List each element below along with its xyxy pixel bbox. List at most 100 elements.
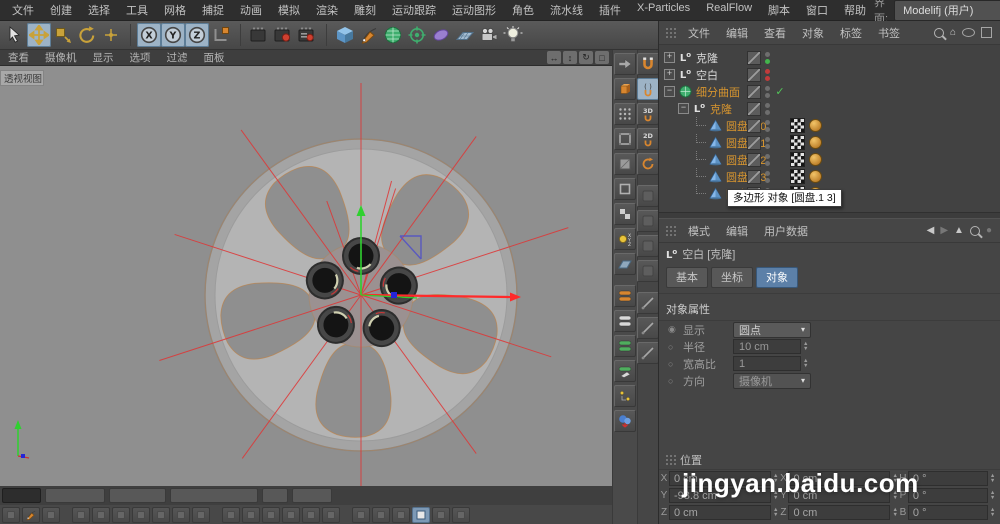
- menubar-item[interactable]: 角色: [504, 2, 542, 18]
- search-icon[interactable]: [933, 27, 944, 38]
- object-tree-item[interactable]: +Lo空白✓: [659, 66, 1000, 83]
- bottom-tab[interactable]: [170, 488, 258, 503]
- object-tree-item[interactable]: 圆盘.1 3✓: [659, 168, 1000, 185]
- size-z-field[interactable]: 0 cm: [788, 505, 891, 520]
- pen-tool-icon[interactable]: [22, 507, 40, 523]
- position-z-field[interactable]: 0 cm: [669, 505, 771, 520]
- guide-line-button[interactable]: [637, 292, 659, 314]
- object-manager-menu-item[interactable]: 书签: [870, 25, 908, 41]
- panel-grip-icon[interactable]: [664, 453, 677, 466]
- stepper-icon[interactable]: ▲ ▼: [990, 473, 995, 484]
- menubar-item[interactable]: 窗口: [798, 2, 836, 18]
- visibility-tag-icon[interactable]: [747, 152, 761, 167]
- object-manager-menu-item[interactable]: 编辑: [718, 25, 756, 41]
- modeling-tool-icon[interactable]: [152, 507, 170, 523]
- menubar-item[interactable]: 流水线: [542, 2, 591, 18]
- stepper-icon[interactable]: ▲ ▼: [990, 490, 995, 501]
- texture-mode-button[interactable]: [614, 203, 636, 225]
- panel-box-icon[interactable]: [981, 27, 992, 38]
- 显示-dropdown[interactable]: 圆点 ▾: [733, 321, 811, 338]
- subdivision-surface-button[interactable]: [381, 23, 405, 47]
- panel-grip-icon[interactable]: [664, 26, 677, 39]
- visibility-tag-icon[interactable]: [747, 50, 761, 65]
- home-icon[interactable]: ⌂: [950, 27, 956, 38]
- menubar-item[interactable]: 插件: [591, 2, 629, 18]
- visibility-dots[interactable]: [765, 170, 770, 183]
- menubar-item[interactable]: 运动跟踪: [384, 2, 444, 18]
- menubar-item[interactable]: 选择: [80, 2, 118, 18]
- point-snap-button[interactable]: [637, 260, 659, 282]
- modeling-tool-icon[interactable]: [92, 507, 110, 523]
- camera-button[interactable]: [477, 23, 501, 47]
- eye-icon[interactable]: [962, 28, 975, 37]
- zoom-view-icon[interactable]: ↕: [563, 51, 577, 64]
- 方向-dropdown[interactable]: 摄像机 ▾: [733, 372, 811, 389]
- expand-toggle-icon[interactable]: −: [664, 86, 675, 97]
- enable-snap-button[interactable]: [637, 53, 659, 75]
- panel-divider[interactable]: [659, 212, 1000, 219]
- expand-toggle-icon[interactable]: +: [664, 52, 675, 63]
- attribute-tab-对象[interactable]: 对象: [756, 267, 798, 288]
- menubar-item[interactable]: 文件: [4, 2, 42, 18]
- modeling-tool-icon[interactable]: [42, 507, 60, 523]
- visibility-dots[interactable]: [765, 153, 770, 166]
- size-x-field[interactable]: 0 cm: [788, 471, 891, 486]
- menubar-item[interactable]: 网格: [156, 2, 194, 18]
- interface-dropdown[interactable]: Modelifj (用户) ▾: [894, 0, 1000, 21]
- visibility-dots[interactable]: [765, 136, 770, 149]
- workplane-snap-button[interactable]: [637, 210, 659, 232]
- object-tree-item[interactable]: − 细分曲面 ✓: [659, 83, 1000, 100]
- search-icon[interactable]: [969, 225, 980, 236]
- size-y-field[interactable]: 0 cm: [788, 488, 891, 503]
- visibility-dots[interactable]: [765, 102, 770, 115]
- menubar-item[interactable]: 帮助: [836, 2, 874, 18]
- lock-icon[interactable]: ●: [986, 225, 992, 236]
- expand-toggle-icon[interactable]: −: [678, 103, 689, 114]
- bottom-tab[interactable]: [45, 488, 105, 503]
- forward-icon[interactable]: ▶: [940, 225, 948, 236]
- guide-erase-button[interactable]: [637, 342, 659, 364]
- edges-mode-button[interactable]: [614, 128, 636, 150]
- rotation-b-field[interactable]: 0 °: [907, 505, 988, 520]
- visibility-dots[interactable]: [765, 119, 770, 132]
- rotate-view-icon[interactable]: ↻: [579, 51, 593, 64]
- x-lock-toggle[interactable]: X: [137, 23, 161, 47]
- texture-tag-icon[interactable]: [790, 152, 805, 167]
- viewport-menu-item[interactable]: 过滤: [159, 50, 196, 65]
- modeling-tool-icon[interactable]: [172, 507, 190, 523]
- visibility-tag-icon[interactable]: [747, 84, 761, 99]
- rotate-tool[interactable]: [75, 23, 99, 47]
- select-tool[interactable]: [3, 23, 27, 47]
- viewport-solo-button[interactable]: [614, 335, 636, 357]
- up-icon[interactable]: ▲: [954, 225, 964, 236]
- snap-3d-button[interactable]: 3D: [637, 103, 659, 125]
- render-picture-viewer-button[interactable]: [271, 23, 295, 47]
- object-manager-menu-item[interactable]: 文件: [680, 25, 718, 41]
- modeling-tool-icon[interactable]: [392, 507, 410, 523]
- floor-button[interactable]: [453, 23, 477, 47]
- modeling-tool-icon[interactable]: [112, 507, 130, 523]
- object-tree-item[interactable]: +Lo克隆✓: [659, 49, 1000, 66]
- object-manager-menu-item[interactable]: 对象: [794, 25, 832, 41]
- phong-tag-icon[interactable]: [809, 170, 822, 183]
- render-settings-button[interactable]: [295, 23, 319, 47]
- spline-pen-button[interactable]: [357, 23, 381, 47]
- modeling-tool-icon[interactable]: [222, 507, 240, 523]
- attribute-tab-基本[interactable]: 基本: [666, 267, 708, 288]
- stepper-icon[interactable]: ▲ ▼: [803, 341, 808, 352]
- toggle-view-icon[interactable]: □: [595, 51, 609, 64]
- quantize-button[interactable]: [637, 185, 659, 207]
- primitive-cube-button[interactable]: [333, 23, 357, 47]
- position-x-field[interactable]: 0 cm: [669, 471, 771, 486]
- phong-tag-icon[interactable]: [809, 136, 822, 149]
- bottom-tab[interactable]: [292, 488, 332, 503]
- texture-tag-icon[interactable]: [790, 169, 805, 184]
- attribute-menu-item[interactable]: 用户数据: [756, 223, 816, 239]
- 半径-field[interactable]: 10 cm: [733, 339, 801, 354]
- expand-toggle-icon[interactable]: +: [664, 69, 675, 80]
- bottom-tab[interactable]: [109, 488, 166, 503]
- viewport-menu-item[interactable]: 选项: [122, 50, 159, 65]
- render-view-button[interactable]: [247, 23, 271, 47]
- stepper-icon[interactable]: ▲ ▼: [803, 358, 808, 369]
- polygons-mode-button[interactable]: [614, 153, 636, 175]
